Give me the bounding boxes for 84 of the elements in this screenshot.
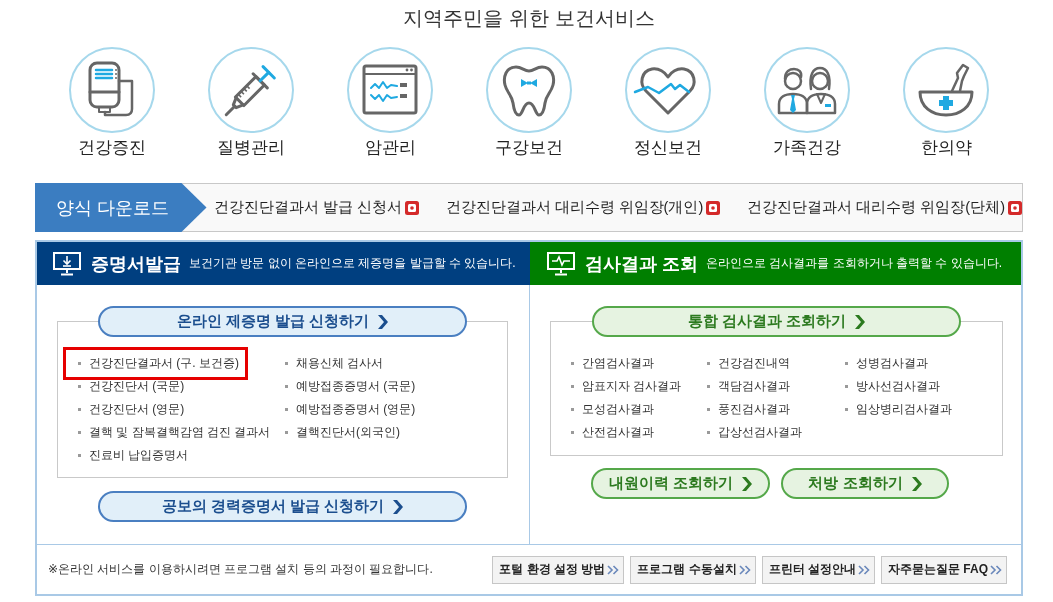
help-button[interactable]: 프린터 설정안내 — [761, 555, 875, 584]
page-title: 지역주민을 위한 보건서비스 — [403, 6, 655, 30]
double-chevron-icon — [607, 564, 620, 575]
career-certificate-button[interactable]: 공보의 경력증명서 발급 신청하기 — [98, 491, 467, 522]
service-link[interactable]: 건강증진 — [69, 47, 155, 158]
help-button[interactable]: 프로그램 수동설치 — [630, 555, 756, 584]
chevron-right-icon — [393, 499, 404, 514]
monitor-pulse-icon — [547, 251, 575, 276]
help-button[interactable]: 자주묻는질문 FAQ — [881, 555, 1007, 584]
bullet-icon — [285, 408, 288, 411]
service-link[interactable]: 질병관리 — [208, 47, 294, 158]
bullet-icon — [78, 454, 81, 457]
lookup-button[interactable]: 통합 검사결과 조회하기 — [592, 306, 961, 337]
bullet-icon — [78, 431, 81, 434]
chevron-right-icon — [378, 314, 389, 329]
certificate-link[interactable]: 결핵진단서(외국인) — [285, 421, 400, 444]
mortar-icon — [903, 47, 989, 133]
certificate-link[interactable]: 예방접종증명서 (영문) — [285, 398, 416, 421]
double-chevron-icon — [858, 564, 870, 575]
syringe-icon — [208, 47, 294, 133]
file-download-link[interactable]: 건강진단결과서 대리수령 위임장(단체) — [747, 198, 1022, 217]
section-title: 검사결과 조회 — [585, 252, 698, 276]
result-link[interactable]: 모성검사결과 — [571, 398, 654, 421]
bullet-icon — [707, 408, 710, 411]
bullet-icon — [571, 385, 574, 388]
result-link[interactable]: 건강검진내역 — [707, 352, 790, 375]
section-description: 온라인으로 검사결과를 조회하거나 출력할 수 있습니다. — [706, 255, 1003, 272]
bullet-icon — [571, 431, 574, 434]
file-download-link[interactable]: 건강진단결과서 발급 신청서 — [213, 198, 419, 217]
notice-text: ※온라인 서비스를 이용하시려면 프로그램 설치 등의 과정이 필요합니다. — [48, 561, 433, 578]
bullet-icon — [707, 362, 710, 365]
document-icon — [404, 200, 419, 215]
certificate-link[interactable]: 건강진단서 (영문) — [78, 398, 185, 421]
bullet-icon — [78, 408, 81, 411]
bullet-icon — [845, 362, 848, 365]
certificate-link[interactable]: 진료비 납입증명서 — [78, 444, 189, 467]
service-link[interactable]: 암관리 — [347, 47, 433, 158]
bullet-icon — [845, 408, 848, 411]
chevron-right-icon — [855, 314, 866, 329]
double-chevron-icon — [738, 564, 751, 575]
people-icon — [764, 47, 850, 133]
tooth-icon — [486, 47, 572, 133]
bullet-icon — [78, 385, 81, 388]
lookup-button[interactable]: 처방 조회하기 — [781, 468, 949, 499]
bullet-icon — [845, 385, 848, 388]
bullet-icon — [285, 431, 288, 434]
result-link[interactable]: 암표지자 검사결과 — [571, 375, 682, 398]
form-download-label: 양식 다운로드 — [35, 183, 207, 232]
bullet-icon — [707, 431, 710, 434]
section-title: 증명서발급 — [91, 252, 181, 276]
bullet-icon — [78, 362, 81, 365]
certificate-link[interactable]: 채용신체 검사서 — [285, 352, 384, 375]
certificate-link[interactable]: 건강진단결과서 (구. 보건증) — [63, 347, 248, 380]
iv-bag-icon — [69, 47, 155, 133]
result-link[interactable]: 방사선검사결과 — [845, 375, 940, 398]
result-link[interactable]: 갑상선검사결과 — [707, 421, 802, 444]
double-chevron-icon — [990, 564, 1002, 575]
result-link[interactable]: 성병검사결과 — [845, 352, 928, 375]
bullet-icon — [571, 408, 574, 411]
result-link[interactable]: 객담검사결과 — [707, 375, 790, 398]
apply-button[interactable]: 온라인 제증명 발급 신청하기 — [98, 306, 467, 337]
certificate-link[interactable]: 예방접종증명서 (국문) — [285, 375, 416, 398]
document-icon — [706, 200, 721, 215]
monitor-download-icon — [53, 251, 81, 276]
result-link[interactable]: 산전검사결과 — [571, 421, 654, 444]
service-link[interactable]: 가족건강 — [764, 47, 850, 158]
lookup-button[interactable]: 내원이력 조회하기 — [591, 468, 770, 499]
vital-monitor-icon — [347, 47, 433, 133]
file-download-link[interactable]: 건강진단결과서 대리수령 위임장(개인) — [445, 198, 721, 217]
result-link[interactable]: 임상병리검사결과 — [845, 398, 952, 421]
bullet-icon — [707, 385, 710, 388]
service-link[interactable]: 구강보건 — [486, 47, 572, 158]
bullet-icon — [571, 362, 574, 365]
service-link[interactable]: 정신보건 — [625, 47, 711, 158]
result-link[interactable]: 풍진검사결과 — [707, 398, 790, 421]
result-link[interactable]: 간염검사결과 — [571, 352, 654, 375]
certificate-link[interactable]: 결핵 및 잠복결핵감염 검진 결과서 — [78, 421, 271, 444]
chevron-right-icon — [911, 476, 922, 491]
bullet-icon — [285, 385, 288, 388]
bullet-icon — [285, 362, 288, 365]
chevron-right-icon — [742, 476, 753, 491]
service-link[interactable]: 한의약 — [903, 47, 989, 158]
section-description: 보건기관 방문 없이 온라인으로 제증명을 발급할 수 있습니다. — [189, 255, 516, 272]
help-button[interactable]: 포털 환경 설정 방법 — [492, 555, 625, 584]
